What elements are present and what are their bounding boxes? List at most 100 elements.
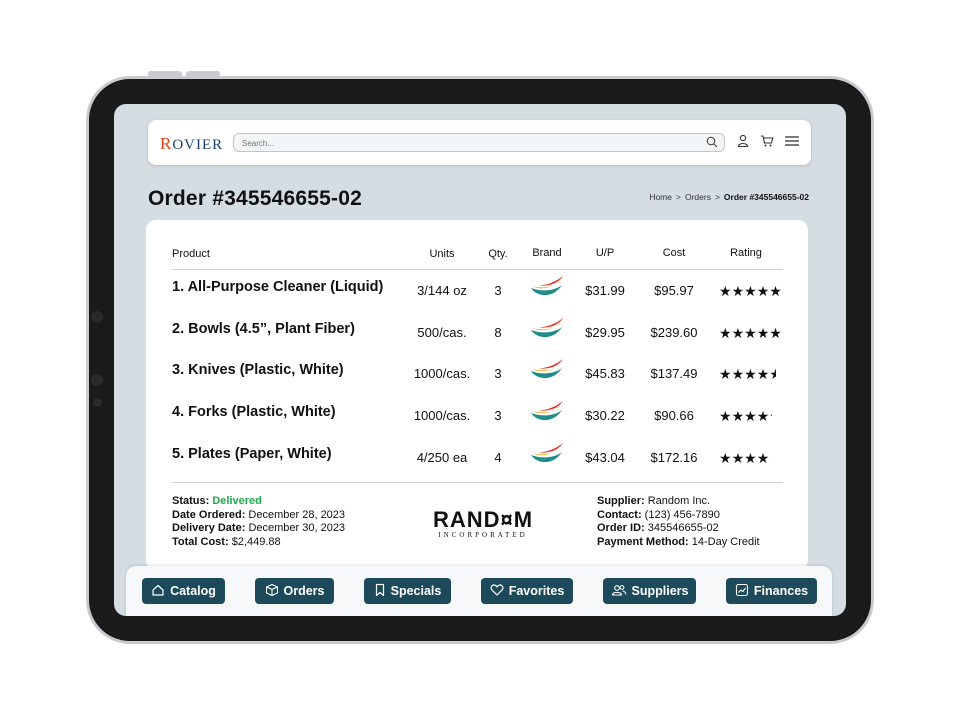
status-badge: Delivered	[212, 495, 262, 507]
search-bar[interactable]	[233, 133, 725, 152]
star-icon: ★	[756, 366, 770, 383]
cost-cell: $172.16	[650, 449, 698, 465]
star-icon: ★	[769, 324, 782, 341]
cost-cell: $95.97	[654, 283, 694, 298]
star-icon: ★	[731, 366, 745, 383]
delivery-date-line: Delivery Date: December 30, 2023	[172, 522, 345, 536]
nav-orders-button[interactable]: Orders	[255, 578, 334, 604]
box-icon	[265, 583, 279, 600]
star-icon: ★	[756, 283, 770, 299]
star-icon: ★	[731, 449, 745, 466]
star-icon: ★	[719, 283, 732, 299]
date-ordered-label: Date Ordered:	[172, 508, 246, 521]
star-icon: ★	[719, 408, 732, 425]
rating-stars: ★★★★★	[719, 408, 772, 425]
star-icon: ★	[744, 449, 757, 466]
home-icon	[151, 583, 165, 600]
breadcrumb-home[interactable]: Home	[649, 192, 672, 202]
logo-rest: OVIER	[172, 137, 224, 153]
page-title: Order #345546655-02	[148, 187, 362, 210]
contact-line: Contact: (123) 456-7890	[597, 509, 760, 523]
logo-initial: R	[160, 134, 173, 153]
chart-icon	[735, 583, 749, 600]
column-cost: Cost	[662, 247, 686, 259]
supplier-value: Random Inc.	[647, 495, 711, 507]
cart-icon[interactable]	[760, 134, 774, 153]
payment-value: 14-Day Credit	[691, 535, 760, 548]
bookmark-icon	[374, 583, 386, 600]
star-icon: ★	[744, 366, 757, 383]
status-line: Status: Delivered	[172, 495, 345, 509]
order-id-value: 345546655-02	[647, 522, 719, 534]
supplier-label: Supplier:	[597, 495, 645, 507]
nav-label: Favorites	[508, 584, 565, 598]
nav-label: Specials	[390, 584, 442, 598]
product-name[interactable]: 1. All-Purpose Cleaner (Liquid)	[172, 279, 383, 295]
rating-stars: ★★★★★	[719, 366, 776, 383]
brand-logo-icon	[524, 317, 570, 346]
breadcrumb-orders[interactable]: Orders	[685, 192, 711, 202]
status-label: Status:	[172, 495, 210, 507]
column-units: Units	[429, 248, 455, 260]
user-icon[interactable]	[737, 134, 749, 153]
product-name[interactable]: 4. Forks (Plastic, White)	[172, 404, 336, 420]
rating-stars: ★★★★★	[719, 325, 782, 342]
star-icon: ★	[769, 283, 782, 299]
star-icon: ★	[731, 324, 745, 341]
menu-icon[interactable]	[785, 134, 799, 153]
table-row[interactable]: 2. Bowls (4.5”, Plant Fiber) 500/cas. 8 $29…	[172, 315, 783, 355]
star-icon: ★	[719, 366, 732, 383]
date-ordered-line: Date Ordered: December 28, 2023	[172, 509, 345, 523]
table-row[interactable]: 3. Knives (Plastic, White) 1000/cas. 3 $45.…	[172, 356, 783, 396]
search-icon[interactable]	[706, 135, 718, 153]
product-name[interactable]: 3. Knives (Plastic, White)	[172, 362, 344, 378]
nav-specials-button[interactable]: Specials	[364, 578, 451, 604]
breadcrumb: Home > Orders > Order #345546655-02	[647, 192, 811, 202]
nav-finances-button[interactable]: Finances	[726, 578, 817, 604]
cost-cell: $137.49	[650, 366, 698, 382]
supplier-logo-main: RAND¤M	[432, 507, 534, 532]
payment-label: Payment Method:	[597, 535, 689, 548]
sensor	[93, 398, 102, 407]
delivery-date-value: December 30, 2023	[248, 522, 346, 534]
star-icon: ★	[756, 408, 770, 425]
star-icon: ★	[744, 324, 757, 341]
nav-suppliers-button[interactable]: Suppliers	[603, 578, 696, 604]
search-input[interactable]	[240, 135, 684, 151]
product-name[interactable]: 2. Bowls (4.5”, Plant Fiber)	[172, 321, 355, 337]
top-bar: ROVIER	[148, 120, 811, 165]
table-row[interactable]: 5. Plates (Paper, White) 4/250 ea 4 $43.04 $…	[172, 440, 783, 480]
nav-label: Catalog	[170, 584, 216, 598]
total-cost-label: Total Cost:	[172, 535, 229, 548]
unit-price-cell: $45.83	[585, 366, 625, 382]
payment-line: Payment Method: 14-Day Credit	[597, 536, 760, 550]
supplier-line: Supplier: Random Inc.	[597, 495, 760, 509]
table-row[interactable]: 1. All-Purpose Cleaner (Liquid) 3/144 oz 3…	[172, 273, 783, 313]
star-icon: ★	[744, 408, 757, 425]
qty-cell: 4	[494, 449, 502, 465]
product-name[interactable]: 5. Plates (Paper, White)	[172, 446, 332, 462]
units-cell: 1000/cas.	[413, 408, 471, 424]
brand-logo-icon	[524, 442, 570, 471]
cost-cell: $90.66	[654, 408, 694, 424]
bottom-nav: Catalog Orders Specials Favorites Suppli…	[126, 566, 832, 616]
contact-value: (123) 456-7890	[644, 508, 720, 521]
units-cell: 4/250 ea	[416, 449, 468, 465]
nav-label: Suppliers	[631, 584, 689, 598]
star-icon: ★	[756, 449, 770, 466]
users-icon	[611, 583, 627, 600]
star-icon: ★	[731, 283, 745, 299]
order-id-label: Order ID:	[597, 522, 645, 534]
units-cell: 500/cas.	[417, 324, 467, 340]
brand-logo-icon	[524, 358, 570, 387]
nav-favorites-button[interactable]: Favorites	[481, 578, 573, 604]
units-cell: 1000/cas.	[413, 366, 471, 382]
nav-catalog-button[interactable]: Catalog	[142, 578, 225, 604]
table-header: Product Units Qty. Brand U/P Cost Rating	[172, 245, 783, 270]
partial-star-icon: ★	[769, 408, 772, 425]
order-id-line: Order ID: 345546655-02	[597, 522, 760, 536]
logo[interactable]: ROVIER	[160, 134, 223, 154]
column-rating: Rating	[730, 247, 762, 259]
breadcrumb-separator: >	[714, 192, 720, 202]
table-row[interactable]: 4. Forks (Plastic, White) 1000/cas. 3 $30.2…	[172, 398, 783, 438]
